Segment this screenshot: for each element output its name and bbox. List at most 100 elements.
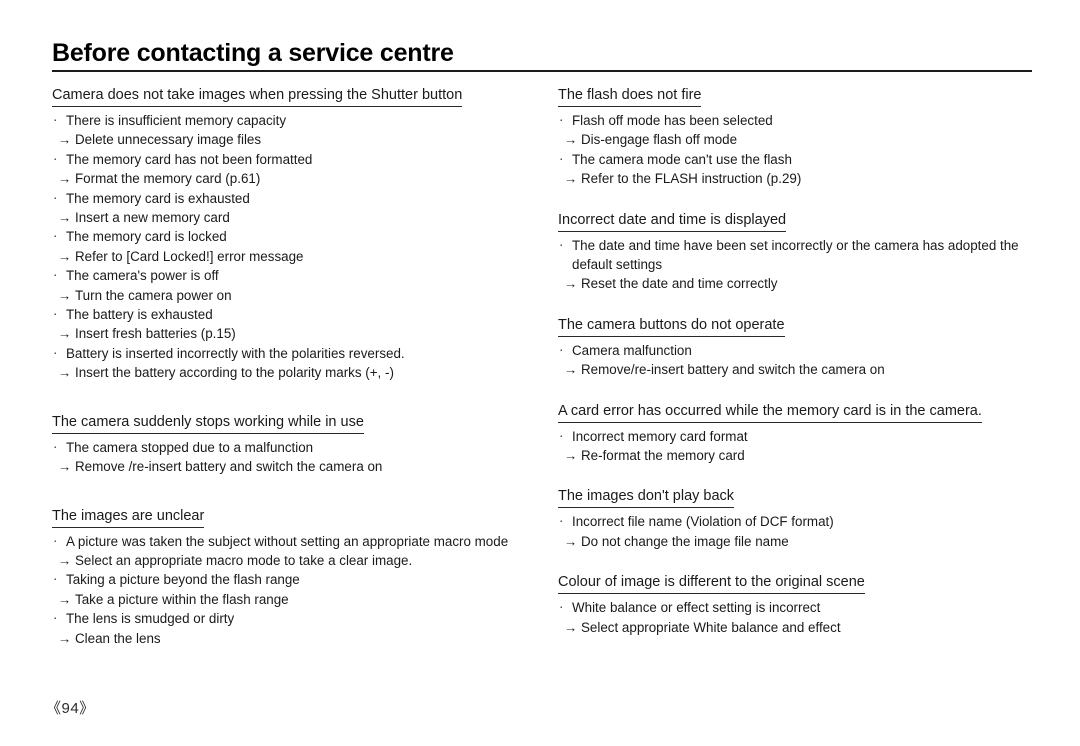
cause-text: The camera stopped due to a malfunction — [66, 439, 314, 455]
troubleshoot-section: The camera suddenly stops working while … — [52, 413, 532, 477]
section-heading: The flash does not fire — [558, 87, 702, 107]
section-items: · Flash off mode has been selected → Dis-en… — [558, 111, 1048, 189]
cause-text: The camera's power is off — [66, 268, 219, 284]
arrow-icon: → — [58, 210, 72, 226]
remedy-item: → Dis-engage flash off mode — [558, 130, 1048, 149]
bullet-icon: · — [53, 306, 58, 322]
cause-text: The lens is smudged or dirty — [66, 611, 235, 627]
cause-item: · The memory card has not been formatted — [52, 150, 532, 169]
bullet-icon: · — [559, 236, 564, 252]
cause-text: A picture was taken the subject without … — [66, 533, 509, 549]
section-heading: Camera does not take images when pressin… — [52, 87, 463, 107]
remedy-text: Select appropriate White balance and eff… — [581, 619, 841, 635]
arrow-icon: → — [58, 365, 72, 381]
cause-item: · Battery is inserted incorrectly with th… — [52, 344, 532, 363]
cause-text: The memory card is exhausted — [66, 190, 250, 206]
remedy-item: → Insert the battery according to the pol… — [52, 363, 532, 382]
cause-text: The camera mode can't use the flash — [572, 151, 792, 167]
left-column: Camera does not take images when pressin… — [52, 86, 532, 648]
arrow-icon: → — [564, 171, 578, 187]
cause-item: · The lens is smudged or dirty — [52, 609, 532, 628]
remedy-item: → Remove /re-insert battery and switch th… — [52, 457, 532, 476]
troubleshoot-section: The images don't play back · Incorrect fil… — [558, 487, 1048, 551]
remedy-item: → Select appropriate White balance and ef… — [558, 618, 1048, 637]
section-heading: The camera suddenly stops working while … — [52, 414, 364, 434]
cause-text: The memory card is locked — [66, 229, 227, 245]
section-items: · There is insufficient memory capacity → D… — [52, 111, 532, 383]
remedy-text: Clean the lens — [75, 630, 161, 646]
cause-item: · The camera stopped due to a malfunction — [52, 438, 532, 457]
bullet-icon: · — [53, 344, 58, 360]
arrow-icon: → — [564, 448, 578, 464]
bullet-icon: · — [53, 267, 58, 283]
section-heading: The images are unclear — [52, 508, 205, 528]
arrow-icon: → — [58, 459, 72, 475]
section-heading: The camera buttons do not operate — [558, 317, 785, 337]
arrow-icon: → — [58, 171, 72, 187]
cause-item: · Camera malfunction — [558, 341, 1048, 360]
document-page: Before contacting a service centre Camer… — [0, 0, 1080, 746]
remedy-item: → Refer to [Card Locked!] error message — [52, 247, 532, 266]
bullet-icon: · — [559, 112, 564, 127]
remedy-item: → Do not change the image file name — [558, 532, 1048, 551]
bullet-icon: · — [53, 610, 58, 626]
cause-item: · The battery is exhausted — [52, 305, 532, 324]
bullet-icon: · — [559, 513, 564, 529]
remedy-text: Refer to [Card Locked!] error message — [75, 248, 304, 264]
remedy-item: → Format the memory card (p.61) — [52, 169, 532, 188]
arrow-icon: → — [58, 132, 72, 148]
cause-item: · The memory card is exhausted — [52, 189, 532, 208]
remedy-text: Re-format the memory card — [581, 448, 745, 464]
title-divider — [52, 70, 1032, 72]
bullet-icon: · — [53, 150, 58, 166]
troubleshoot-section: Incorrect date and time is displayed · The… — [558, 211, 1048, 294]
bullet-icon: · — [53, 189, 58, 205]
bullet-icon: · — [559, 599, 564, 615]
remedy-item: → Insert fresh batteries (p.15) — [52, 324, 532, 343]
remedy-item: → Clean the lens — [52, 629, 532, 648]
remedy-text: Remove/re-insert battery and switch the … — [581, 362, 885, 378]
arrow-icon: → — [58, 287, 72, 303]
bullet-icon: · — [559, 150, 564, 166]
remedy-text: Insert fresh batteries (p.15) — [75, 326, 236, 342]
remedy-text: Refer to the FLASH instruction (p.29) — [581, 171, 802, 187]
arrow-icon: → — [58, 326, 72, 342]
section-items: · The camera stopped due to a malfunction… — [52, 438, 532, 477]
arrow-icon: → — [58, 552, 72, 568]
section-heading: The images don't play back — [558, 488, 735, 509]
cause-text: Flash off mode has been selected — [572, 113, 773, 128]
troubleshoot-section: The camera buttons do not operate · Camera… — [558, 316, 1048, 380]
remedy-text: Do not change the image file name — [581, 533, 789, 549]
cause-item: · The date and time have been set incorre… — [558, 236, 1048, 275]
remedy-item: → Refer to the FLASH instruction (p.29) — [558, 169, 1048, 188]
cause-text: The battery is exhausted — [66, 307, 213, 323]
cause-text: White balance or effect setting is incor… — [572, 600, 821, 616]
cause-item: · Taking a picture beyond the flash range — [52, 570, 532, 589]
remedy-text: Dis-engage flash off mode — [581, 132, 738, 148]
page-header: Before contacting a service centre — [52, 38, 1032, 72]
arrow-icon: → — [564, 276, 578, 292]
bullet-icon: · — [53, 112, 58, 127]
arrow-icon: → — [564, 619, 578, 635]
bullet-icon: · — [53, 438, 58, 454]
remedy-text: Select an appropriate macro mode to take… — [75, 552, 413, 568]
cause-item: · The camera's power is off — [52, 266, 532, 285]
remedy-item: → Delete unnecessary image files — [52, 130, 532, 149]
cause-item: · A picture was taken the subject without… — [52, 532, 532, 551]
cause-item: · Incorrect file name (Violation of DCF f… — [558, 512, 1048, 531]
arrow-icon: → — [58, 248, 72, 264]
remedy-text: Turn the camera power on — [75, 287, 232, 303]
section-items: · Camera malfunction → Remove/re-insert bat… — [558, 341, 1048, 380]
remedy-text: Remove /re-insert battery and switch the… — [75, 459, 383, 475]
arrow-icon: → — [564, 132, 578, 148]
remedy-text: Delete unnecessary image files — [75, 132, 262, 148]
remedy-item: → Insert a new memory card — [52, 208, 532, 227]
troubleshoot-section: The images are unclear · A picture was tak… — [52, 507, 532, 648]
section-items: · A picture was taken the subject without… — [52, 532, 532, 648]
cause-item: · White balance or effect setting is inco… — [558, 598, 1048, 617]
bullet-icon: · — [53, 571, 58, 587]
page-title: Before contacting a service centre — [52, 39, 454, 67]
cause-item: · Incorrect memory card format — [558, 427, 1048, 446]
